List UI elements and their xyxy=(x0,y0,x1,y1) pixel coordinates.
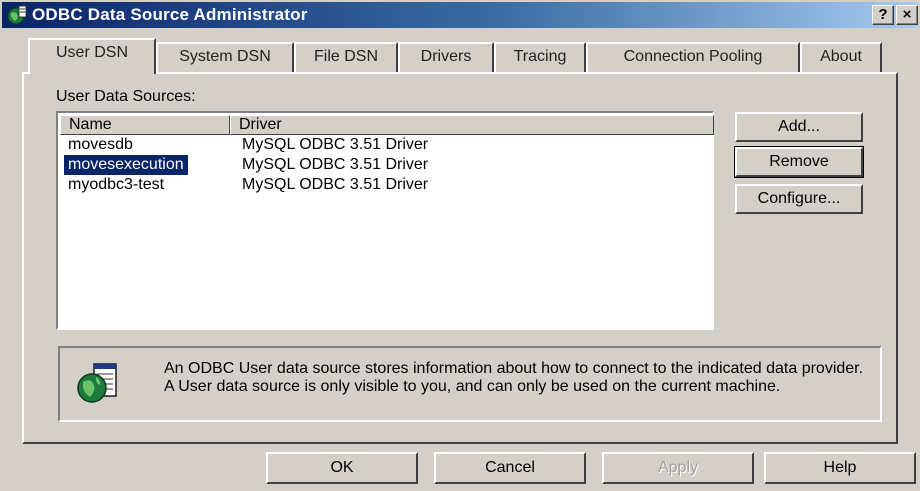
list-item[interactable]: myodbc3-test MySQL ODBC 3.51 Driver xyxy=(64,175,704,195)
tab-about[interactable]: About xyxy=(800,42,882,72)
tab-user-dsn[interactable]: User DSN xyxy=(28,38,156,74)
odbc-database-globe-icon xyxy=(74,360,122,408)
list-header: Name Driver xyxy=(60,115,714,135)
column-header-name[interactable]: Name xyxy=(60,115,230,135)
help-caption-button[interactable]: ? xyxy=(872,5,894,25)
row-driver: MySQL ODBC 3.51 Driver xyxy=(242,176,429,193)
info-group: An ODBC User data source stores informat… xyxy=(58,346,882,422)
window-title: ODBC Data Source Administrator xyxy=(32,5,308,24)
row-name: movesdb xyxy=(68,136,133,153)
list-item[interactable]: movesdb MySQL ODBC 3.51 Driver xyxy=(64,135,704,155)
tab-connection-pooling[interactable]: Connection Pooling xyxy=(586,42,800,72)
info-description: An ODBC User data source stores informat… xyxy=(164,360,864,395)
close-caption-button[interactable]: × xyxy=(896,5,918,25)
title-bar[interactable]: ODBC Data Source Administrator ? × xyxy=(2,2,918,28)
list-item-selected[interactable]: movesexecution MySQL ODBC 3.51 Driver xyxy=(64,155,704,175)
help-button[interactable]: Help xyxy=(764,452,916,484)
tab-file-dsn[interactable]: File DSN xyxy=(294,42,398,72)
remove-button[interactable]: Remove xyxy=(734,146,864,178)
apply-button[interactable]: Apply xyxy=(602,452,754,484)
row-name: myodbc3-test xyxy=(68,176,165,193)
row-driver: MySQL ODBC 3.51 Driver xyxy=(242,156,429,173)
odbc-admin-window: ODBC Data Source Administrator ? × User … xyxy=(0,0,920,491)
tab-drivers[interactable]: Drivers xyxy=(398,42,494,72)
column-header-driver[interactable]: Driver xyxy=(230,115,714,135)
row-driver: MySQL ODBC 3.51 Driver xyxy=(242,136,429,153)
user-data-sources-label: User Data Sources: xyxy=(56,88,196,105)
row-name: movesexecution xyxy=(64,155,188,175)
apply-button-label: Apply xyxy=(657,459,699,476)
ok-button[interactable]: OK xyxy=(266,452,418,484)
tab-system-dsn[interactable]: System DSN xyxy=(156,42,294,72)
add-button[interactable]: Add... xyxy=(735,112,863,142)
data-sources-list[interactable]: Name Driver movesdb MySQL ODBC 3.51 Driv… xyxy=(56,111,714,330)
tab-tracing[interactable]: Tracing xyxy=(494,42,586,72)
odbc-globe-icon xyxy=(6,4,28,26)
configure-button[interactable]: Configure... xyxy=(735,184,863,214)
cancel-button[interactable]: Cancel xyxy=(434,452,586,484)
